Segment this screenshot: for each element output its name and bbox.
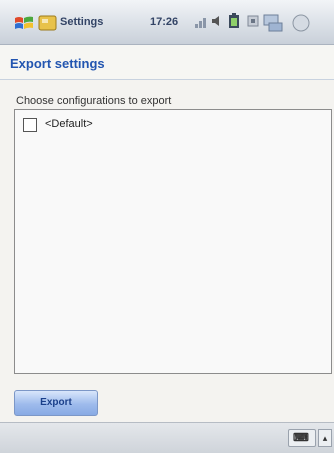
configuration-list[interactable]: <Default>	[14, 109, 332, 374]
title-bar: Settings 17:26	[0, 0, 334, 45]
connectivity-icon[interactable]	[246, 13, 260, 29]
bottom-bar: ⌨ ▴	[0, 422, 334, 453]
section-label: Choose configurations to export	[16, 95, 172, 107]
volume-icon[interactable]	[210, 13, 224, 29]
battery-icon[interactable]	[226, 13, 242, 29]
export-button[interactable]: Export	[14, 390, 98, 416]
list-item[interactable]: <Default>	[23, 116, 223, 138]
page-title: Export settings	[10, 56, 105, 71]
keyboard-icon: ⌨	[293, 432, 309, 444]
chevron-up-icon: ▴	[322, 433, 328, 443]
input-menu-button[interactable]: ▴	[318, 429, 332, 447]
start-menu-icon[interactable]	[14, 14, 34, 32]
list-item-label: <Default>	[45, 118, 93, 130]
default-config-checkbox[interactable]	[23, 118, 37, 132]
ok-close-icon[interactable]	[290, 13, 312, 33]
keyboard-button[interactable]: ⌨	[288, 429, 316, 447]
page-header: Export settings	[0, 45, 334, 80]
settings-app-icon	[38, 15, 57, 31]
clock[interactable]: 17:26	[150, 16, 178, 28]
app-title: Settings	[60, 16, 104, 28]
network-icon[interactable]	[262, 13, 284, 33]
signal-icon[interactable]	[194, 13, 210, 29]
